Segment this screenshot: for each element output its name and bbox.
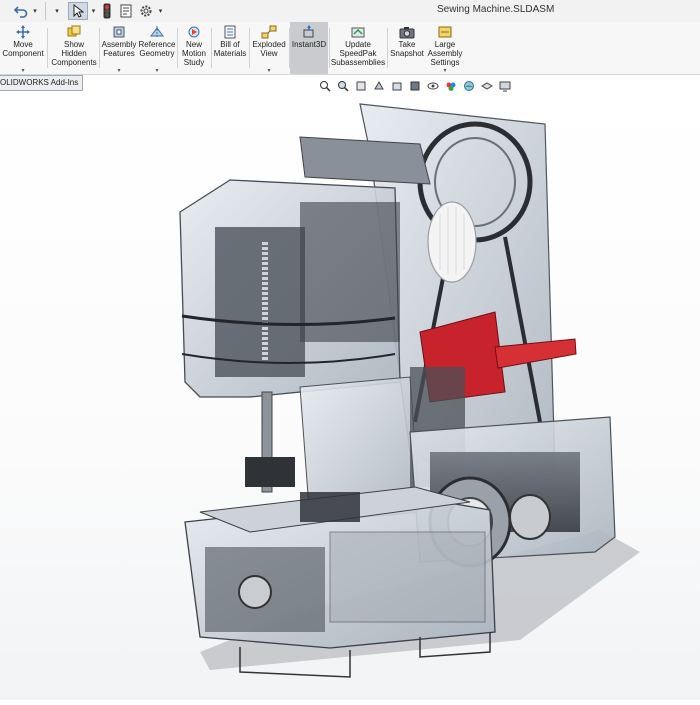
large-assembly-icon — [438, 26, 452, 38]
update-speedpak-button[interactable]: Update SpeedPak Subassemblies — [330, 22, 386, 74]
reference-geometry-label: Reference Geometry — [138, 40, 176, 58]
new-motion-study-button[interactable]: New Motion Study — [178, 22, 210, 74]
redo-dropdown-icon[interactable]: ▾ — [52, 2, 62, 20]
undo-icon[interactable] — [12, 2, 30, 20]
needle-mechanism — [215, 227, 305, 377]
bill-of-materials-label: Bill of Materials — [213, 40, 247, 58]
display-style-icon[interactable] — [408, 79, 422, 93]
assembly-features-dropdown-icon[interactable]: ▾ — [117, 67, 120, 74]
base-front-cover — [329, 531, 486, 623]
title-bar: ▾ ▾ ▾ ▾ Sewing Machine.SLDASM — [0, 0, 700, 22]
move-component-icon — [16, 25, 30, 39]
bill-of-materials-button[interactable]: Bill of Materials — [212, 22, 248, 74]
bobbin — [238, 575, 272, 609]
reference-geometry-button[interactable]: Reference Geometry ▾ — [138, 22, 176, 74]
instant3d-button[interactable]: Instant3D — [290, 22, 328, 74]
section-view-icon[interactable] — [372, 79, 386, 93]
graphics-area[interactable] — [0, 92, 700, 700]
assembly-features-icon — [113, 26, 125, 38]
undo-dropdown-icon[interactable]: ▾ — [30, 2, 40, 20]
previous-view-icon[interactable] — [354, 79, 368, 93]
assembly-features-button[interactable]: Assembly Features ▾ — [100, 22, 138, 74]
large-assembly-settings-button[interactable]: Large Assembly Settings ▾ — [426, 22, 464, 74]
tension-knob — [427, 201, 477, 283]
feed-dogs — [300, 492, 360, 522]
camera-icon — [399, 27, 415, 39]
hide-show-items-icon[interactable] — [426, 79, 440, 93]
sewing-machine-model — [179, 103, 640, 678]
bill-of-materials-icon — [224, 25, 236, 39]
tab-solidworks-add-ins[interactable]: OLIDWORKS Add-Ins — [0, 75, 84, 91]
update-speedpak-label: Update SpeedPak Subassemblies — [330, 40, 386, 67]
exploded-view-dropdown-icon[interactable]: ▾ — [267, 67, 270, 74]
view-settings-icon[interactable] — [480, 79, 494, 93]
heads-up-view-toolbar — [318, 78, 512, 94]
motor-bearing — [509, 494, 551, 540]
speedpak-icon — [351, 27, 365, 38]
exploded-view-button[interactable]: Exploded View ▾ — [250, 22, 288, 74]
show-hidden-icon — [67, 25, 81, 37]
reference-geometry-dropdown-icon[interactable]: ▾ — [155, 67, 158, 74]
large-assembly-settings-dropdown-icon[interactable]: ▾ — [443, 67, 446, 74]
reference-geometry-icon — [150, 26, 164, 38]
document-title: Sewing Machine.SLDASM — [437, 4, 555, 15]
move-component-button[interactable]: Move Component ▾ — [0, 22, 46, 74]
select-arrow-icon[interactable] — [68, 2, 88, 20]
move-component-label: Move Component — [2, 40, 44, 58]
apply-scene-icon[interactable] — [462, 79, 476, 93]
select-dropdown-icon[interactable]: ▾ — [89, 2, 98, 20]
show-hidden-components-label: Show Hidden Components — [51, 40, 97, 67]
command-manager-ribbon: Move Component ▾ Show Hidden Components … — [0, 22, 700, 75]
top-lid — [299, 136, 431, 185]
file-properties-icon[interactable] — [118, 2, 134, 20]
display-monitor-icon[interactable] — [498, 79, 512, 93]
presser-foot — [245, 457, 295, 487]
assembly-features-label: Assembly Features — [101, 40, 137, 58]
motion-study-icon — [188, 26, 200, 38]
instant3d-label: Instant3D — [291, 40, 327, 49]
zoom-to-area-icon[interactable] — [336, 79, 350, 93]
view-orientation-icon[interactable] — [390, 79, 404, 93]
options-gear-icon[interactable] — [138, 2, 154, 20]
edit-appearance-icon[interactable] — [444, 79, 458, 93]
exploded-view-label: Exploded View — [252, 40, 286, 58]
instant3d-icon — [303, 25, 314, 38]
show-hidden-components-button[interactable]: Show Hidden Components — [49, 22, 99, 74]
exploded-view-icon — [261, 25, 277, 39]
take-snapshot-label: Take Snapshot — [390, 40, 424, 58]
internal-cam-assembly — [300, 202, 400, 342]
take-snapshot-button[interactable]: Take Snapshot — [388, 22, 426, 74]
large-assembly-settings-label: Large Assembly Settings — [427, 40, 463, 67]
move-component-dropdown-icon[interactable]: ▾ — [21, 67, 24, 74]
options-dropdown-icon[interactable]: ▾ — [156, 2, 165, 20]
traffic-light-icon[interactable] — [101, 2, 113, 20]
zoom-to-fit-icon[interactable] — [318, 79, 332, 93]
new-motion-study-label: New Motion Study — [181, 40, 206, 67]
